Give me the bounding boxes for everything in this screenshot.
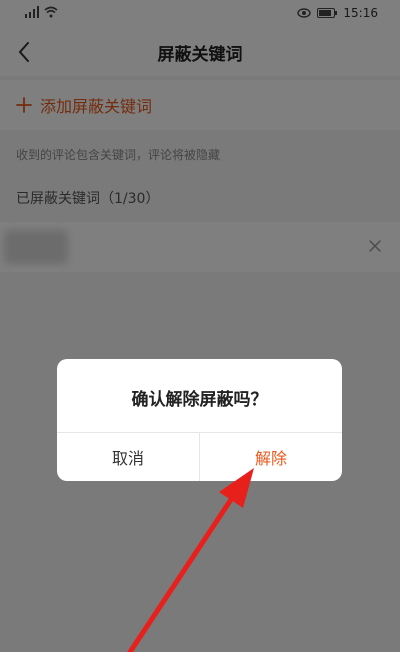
confirm-unblock-button[interactable]: 解除 — [200, 433, 342, 481]
confirm-dialog: 确认解除屏蔽吗？ 取消 解除 — [57, 359, 342, 481]
modal-overlay[interactable] — [0, 0, 400, 652]
cancel-button[interactable]: 取消 — [57, 433, 199, 481]
dialog-title: 确认解除屏蔽吗？ — [131, 390, 268, 410]
